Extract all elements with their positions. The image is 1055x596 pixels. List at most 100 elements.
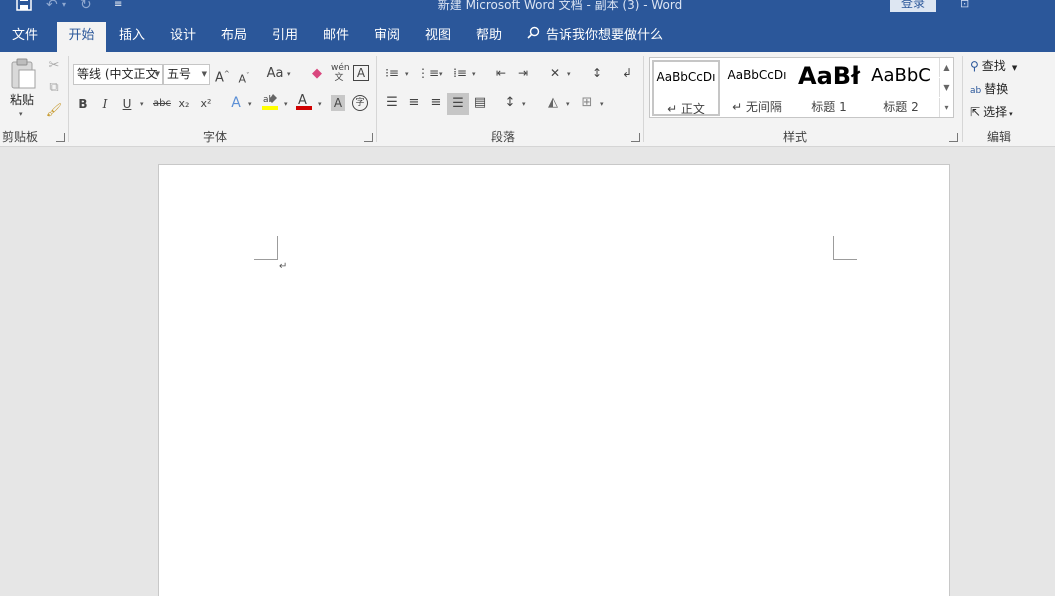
highlight-dropdown-icon[interactable]: ▾ (284, 100, 288, 108)
editing-group-label: 编辑 (986, 130, 1011, 144)
tab-file[interactable]: 文件 (0, 20, 50, 52)
font-color-swatch (296, 106, 312, 110)
line-spacing-icon[interactable]: ↕ (501, 94, 519, 112)
style-normal[interactable]: AaBbCcDı ↵ 正文 (652, 60, 720, 116)
tab-mailings[interactable]: 邮件 (314, 20, 358, 52)
distributed-icon[interactable]: ▤ (471, 94, 489, 112)
paste-icon[interactable] (8, 58, 38, 90)
cut-icon[interactable]: ✂ (45, 57, 63, 75)
font-color-icon[interactable]: A (295, 92, 313, 112)
character-border-icon[interactable]: A (353, 65, 369, 81)
enclose-characters-icon[interactable]: 字 (352, 95, 368, 111)
group-divider (643, 56, 644, 142)
numbering-icon[interactable]: ⋮≡ (417, 64, 439, 82)
clear-formatting-icon[interactable]: ◆ (309, 65, 325, 83)
margin-corner-top-left (254, 236, 278, 260)
tab-insert[interactable]: 插入 (110, 20, 154, 52)
tell-me-search[interactable]: 告诉我你想要做什么 (527, 20, 663, 52)
find-label: 查找 (981, 59, 1006, 73)
font-name-value: 等线 (中文正文 (77, 67, 158, 81)
align-center-icon[interactable]: ≡ (405, 94, 423, 112)
numbering-dropdown-icon[interactable]: ▾ (439, 70, 443, 78)
font-group-label: 字体 (202, 130, 227, 144)
sort-icon[interactable]: ↕ (588, 64, 606, 82)
character-shading-icon[interactable]: A (331, 95, 345, 111)
document-canvas[interactable]: ↵ (0, 148, 1055, 596)
font-size-value: 五号 (167, 67, 192, 81)
tab-layout[interactable]: 布局 (212, 20, 256, 52)
style-heading-2[interactable]: AaBbC 标题 2 (867, 60, 935, 116)
styles-scroll-down-icon[interactable]: ▼ (939, 78, 953, 97)
shading-icon[interactable]: ◭ (544, 94, 562, 112)
clipboard-launcher-icon[interactable] (56, 133, 65, 142)
font-name-combo[interactable]: 等线 (中文正文 ▼ (73, 64, 163, 85)
text-effects-icon[interactable]: A (228, 94, 244, 112)
ribbon-display-options-icon[interactable]: ⊡ (960, 0, 969, 12)
bold-button[interactable]: B (76, 95, 90, 113)
ribbon-tab-bar: 文件 开始 插入 设计 布局 引用 邮件 审阅 视图 帮助 告诉我你想要做什么 (0, 20, 1055, 52)
style-heading-1[interactable]: AaBł 标题 1 (795, 60, 863, 116)
tab-design[interactable]: 设计 (161, 20, 205, 52)
tab-references[interactable]: 引用 (263, 20, 307, 52)
shrink-font-icon[interactable]: Aˇ (237, 67, 251, 89)
bullets-icon[interactable]: ⁝≡ (383, 64, 401, 82)
borders-icon[interactable]: ⊞ (578, 94, 596, 112)
borders-dropdown-icon[interactable]: ▾ (600, 100, 604, 108)
styles-more-icon[interactable]: ▾ (939, 98, 953, 117)
chinese-layout-icon[interactable]: ✕ (546, 64, 564, 82)
clipboard-group-label: 剪贴板 (2, 130, 39, 144)
tab-view[interactable]: 视图 (416, 20, 460, 52)
highlight-color-icon[interactable]: ab (261, 92, 279, 112)
replace-button[interactable]: ab 替换 (970, 79, 1008, 99)
replace-icon: ab (970, 86, 982, 96)
shading-dropdown-icon[interactable]: ▾ (566, 100, 570, 108)
document-page[interactable]: ↵ (158, 164, 950, 596)
subscript-button[interactable]: x₂ (175, 95, 193, 113)
underline-dropdown-icon[interactable]: ▾ (140, 100, 144, 108)
chevron-down-icon: ▼ (1011, 64, 1018, 72)
justify-icon[interactable]: ☰ (447, 93, 469, 115)
tab-help[interactable]: 帮助 (467, 20, 511, 52)
group-divider (68, 56, 69, 142)
group-divider (376, 56, 377, 142)
italic-button[interactable]: I (98, 95, 112, 113)
styles-launcher-icon[interactable] (949, 133, 958, 142)
format-painter-icon[interactable]: 🖌 (45, 102, 63, 120)
styles-scroll-up-icon[interactable]: ▲ (939, 58, 953, 77)
change-case-icon[interactable]: Aa (264, 65, 286, 83)
increase-indent-icon[interactable]: ⇥ (514, 64, 532, 82)
decrease-indent-icon[interactable]: ⇤ (492, 64, 510, 82)
paragraph-launcher-icon[interactable] (631, 133, 640, 142)
font-size-combo[interactable]: 五号 ▼ (163, 64, 210, 85)
find-button[interactable]: ⚲ 查找 ▼ (970, 56, 1017, 76)
change-case-dropdown-icon[interactable]: ▾ (287, 70, 291, 78)
login-button[interactable]: 登录 (890, 0, 936, 12)
paste-dropdown-icon[interactable]: ▾ (19, 110, 23, 118)
strikethrough-button[interactable]: abc (152, 95, 172, 113)
paste-button[interactable]: 粘贴 (2, 91, 42, 109)
multilevel-list-icon[interactable]: ⁞≡ (451, 64, 469, 82)
paragraph-mark[interactable]: ↵ (279, 261, 287, 272)
select-button[interactable]: ⇱ 选择 ▾ (970, 102, 1013, 122)
multilevel-dropdown-icon[interactable]: ▾ (472, 70, 476, 78)
show-marks-icon[interactable]: ↲ (618, 64, 636, 82)
ribbon: 粘贴 ▾ ✂ ⧉ 🖌 剪贴板 等线 (中文正文 ▼ 五号 ▼ A^ Aˇ Aa ▾ … (0, 52, 1055, 147)
align-left-icon[interactable]: ☰ (383, 94, 401, 112)
phonetic-guide-icon[interactable]: wén 文 (331, 63, 350, 83)
grow-font-icon[interactable]: A^ (215, 65, 230, 87)
chevron-down-icon: ▼ (154, 70, 160, 78)
font-launcher-icon[interactable] (364, 133, 373, 142)
tab-home[interactable]: 开始 (57, 22, 106, 52)
bullets-dropdown-icon[interactable]: ▾ (405, 70, 409, 78)
superscript-button[interactable]: x² (197, 95, 215, 113)
align-right-icon[interactable]: ≡ (427, 94, 445, 112)
chinese-layout-dropdown-icon[interactable]: ▾ (567, 70, 571, 78)
text-effects-dropdown-icon[interactable]: ▾ (248, 100, 252, 108)
font-color-dropdown-icon[interactable]: ▾ (318, 100, 322, 108)
underline-button[interactable]: U (120, 95, 134, 113)
tab-review[interactable]: 审阅 (365, 20, 409, 52)
line-spacing-dropdown-icon[interactable]: ▾ (522, 100, 526, 108)
style-no-spacing[interactable]: AaBbCcDı ↵ 无间隔 (723, 60, 791, 116)
style-sample: AaBbCcDı (656, 70, 716, 84)
copy-icon[interactable]: ⧉ (45, 79, 63, 97)
